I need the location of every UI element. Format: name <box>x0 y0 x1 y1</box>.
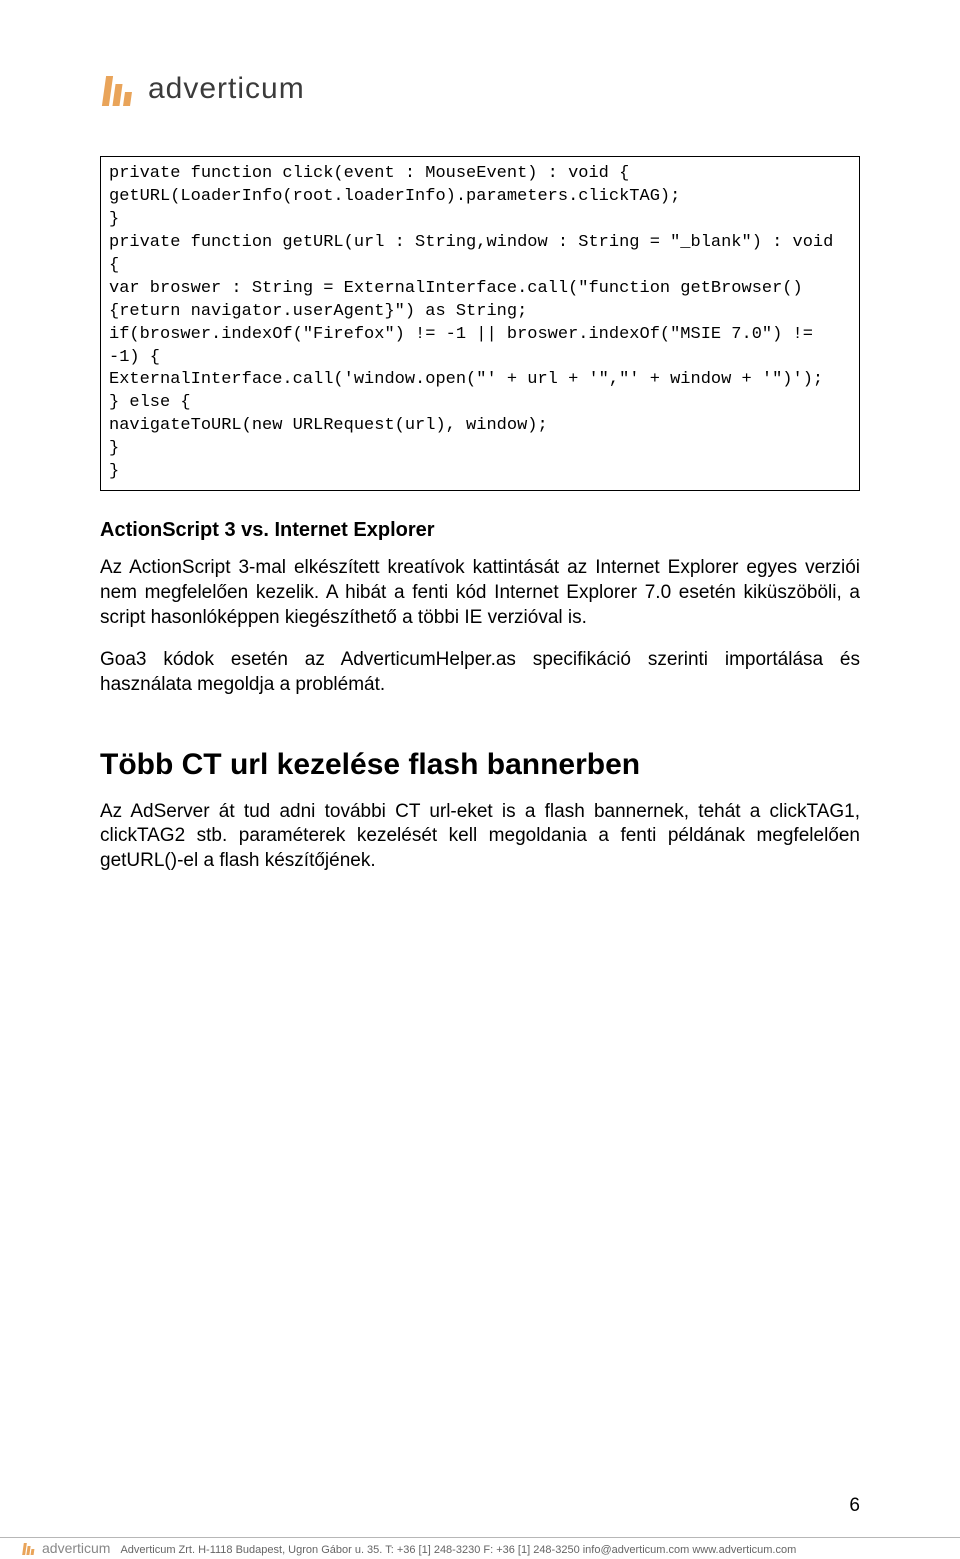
footer-brand: adverticum <box>42 1540 110 1556</box>
footer-logo: adverticum <box>22 1540 110 1556</box>
footer-contact-text: Adverticum Zrt. H-1118 Budapest, Ugron G… <box>110 1544 938 1556</box>
paragraph: Az AdServer át tud adni további CT url-e… <box>100 800 860 874</box>
paragraph: Az ActionScript 3-mal elkészített kreatí… <box>100 556 860 630</box>
heading-multiple-ct-url: Több CT url kezelése flash bannerben <box>100 748 860 782</box>
page-footer: adverticum Adverticum Zrt. H-1118 Budape… <box>0 1537 960 1559</box>
paragraph: Goa3 kódok esetén az AdverticumHelper.as… <box>100 648 860 697</box>
page-number: 6 <box>849 1495 860 1517</box>
logo-icon <box>100 70 136 106</box>
logo-icon <box>22 1541 36 1555</box>
heading-actionscript-vs-ie: ActionScript 3 vs. Internet Explorer <box>100 519 860 542</box>
header-logo: adverticum <box>100 70 860 106</box>
document-page: adverticum private function click(event … <box>0 0 960 1559</box>
code-block: private function click(event : MouseEven… <box>100 156 860 491</box>
logo-text: adverticum <box>148 72 305 106</box>
